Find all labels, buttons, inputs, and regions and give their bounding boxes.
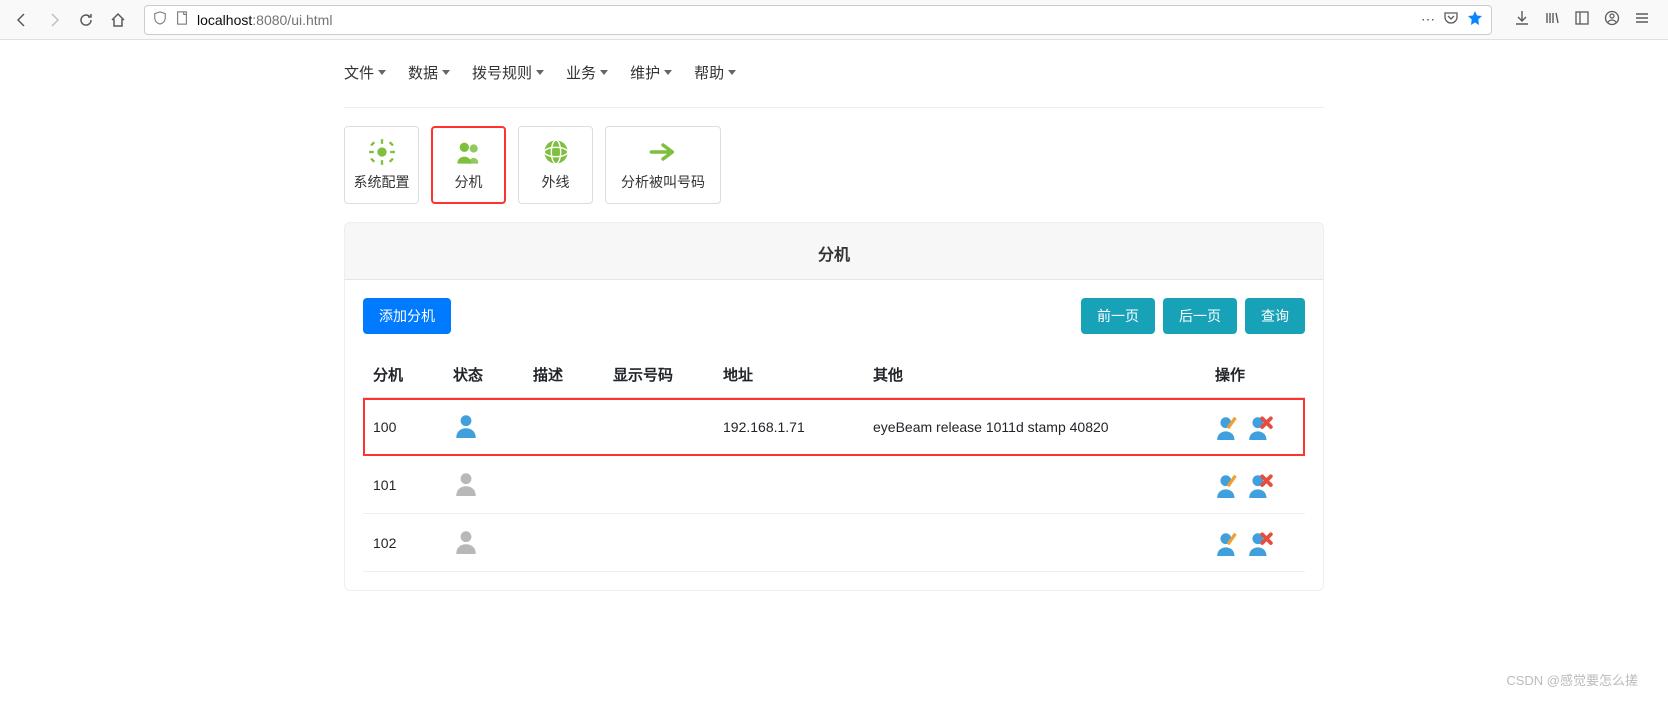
panel-title: 分机 <box>345 223 1323 280</box>
cell-ext: 102 <box>363 514 443 572</box>
more-icon[interactable]: ⋯ <box>1421 11 1435 28</box>
cell-status <box>443 398 523 456</box>
table-row: 100 192.168.1.71eyeBeam release 1011d sta… <box>363 398 1305 456</box>
panel-actions: 添加分机 前一页 后一页 查询 <box>363 298 1305 334</box>
add-extension-button[interactable]: 添加分机 <box>363 298 451 334</box>
cell-desc <box>523 456 603 514</box>
cell-desc <box>523 398 603 456</box>
menu-maintain[interactable]: 维护 <box>630 62 672 83</box>
cell-action <box>1205 398 1305 456</box>
globe-icon <box>542 138 570 166</box>
cell-display <box>603 456 713 514</box>
app-menu-bar: 文件 数据 拨号规则 业务 维护 帮助 <box>344 40 1324 108</box>
cell-display <box>603 514 713 572</box>
tool-extension[interactable]: 分机 <box>431 126 506 204</box>
cell-action <box>1205 456 1305 514</box>
table-header-row: 分机 状态 描述 显示号码 地址 其他 操作 <box>363 352 1305 398</box>
chevron-down-icon <box>664 70 672 75</box>
home-button[interactable] <box>104 6 132 34</box>
arrow-right-icon <box>649 138 677 166</box>
account-icon[interactable] <box>1604 10 1620 29</box>
forward-button[interactable] <box>40 6 68 34</box>
user-status-icon <box>453 470 479 496</box>
tool-system-config[interactable]: 系统配置 <box>344 126 419 204</box>
reload-button[interactable] <box>72 6 100 34</box>
extension-panel: 分机 添加分机 前一页 后一页 查询 分机 状态 描述 显示号码 地址 其他 <box>344 222 1324 591</box>
users-icon <box>455 138 483 166</box>
toolbar: 系统配置 分机 外线 分析被叫号码 <box>344 108 1324 222</box>
download-icon[interactable] <box>1514 10 1530 29</box>
col-other: 其他 <box>863 352 1205 398</box>
pocket-icon[interactable] <box>1443 10 1459 29</box>
cell-other: eyeBeam release 1011d stamp 40820 <box>863 398 1205 456</box>
col-desc: 描述 <box>523 352 603 398</box>
col-status: 状态 <box>443 352 523 398</box>
tool-label: 分机 <box>455 172 483 192</box>
page-icon <box>175 11 189 28</box>
gear-icon <box>368 138 396 166</box>
tool-label: 系统配置 <box>354 172 410 192</box>
back-button[interactable] <box>8 6 36 34</box>
cell-addr <box>713 514 863 572</box>
tool-analyze-called[interactable]: 分析被叫号码 <box>605 126 721 204</box>
cell-addr <box>713 456 863 514</box>
cell-other <box>863 456 1205 514</box>
edit-icon[interactable] <box>1215 530 1241 556</box>
table-row: 101 <box>363 456 1305 514</box>
menu-file[interactable]: 文件 <box>344 62 386 83</box>
url-text: localhost:8080/ui.html <box>197 12 332 28</box>
table-row: 102 <box>363 514 1305 572</box>
delete-icon[interactable] <box>1247 472 1273 498</box>
col-ext: 分机 <box>363 352 443 398</box>
chevron-down-icon <box>442 70 450 75</box>
user-status-icon <box>453 528 479 554</box>
menu-icon[interactable] <box>1634 10 1650 29</box>
tool-trunk[interactable]: 外线 <box>518 126 593 204</box>
url-bar[interactable]: localhost:8080/ui.html ⋯ <box>144 5 1492 35</box>
cell-ext: 100 <box>363 398 443 456</box>
delete-icon[interactable] <box>1247 414 1273 440</box>
next-page-button[interactable]: 后一页 <box>1163 298 1237 334</box>
menu-help[interactable]: 帮助 <box>694 62 736 83</box>
col-display: 显示号码 <box>603 352 713 398</box>
chevron-down-icon <box>536 70 544 75</box>
extension-table: 分机 状态 描述 显示号码 地址 其他 操作 100 192.168.1.71ey… <box>363 352 1305 572</box>
prev-page-button[interactable]: 前一页 <box>1081 298 1155 334</box>
bookmark-star-icon[interactable] <box>1467 10 1483 29</box>
delete-icon[interactable] <box>1247 530 1273 556</box>
browser-right-icons <box>1504 10 1660 29</box>
menu-business[interactable]: 业务 <box>566 62 608 83</box>
tool-label: 外线 <box>542 172 570 192</box>
chevron-down-icon <box>600 70 608 75</box>
cell-display <box>603 398 713 456</box>
chevron-down-icon <box>728 70 736 75</box>
query-button[interactable]: 查询 <box>1245 298 1305 334</box>
browser-toolbar: localhost:8080/ui.html ⋯ <box>0 0 1668 40</box>
cell-status <box>443 514 523 572</box>
cell-ext: 101 <box>363 456 443 514</box>
col-action: 操作 <box>1205 352 1305 398</box>
cell-addr: 192.168.1.71 <box>713 398 863 456</box>
sidebar-icon[interactable] <box>1574 10 1590 29</box>
cell-status <box>443 456 523 514</box>
menu-data[interactable]: 数据 <box>408 62 450 83</box>
cell-other <box>863 514 1205 572</box>
menu-dial-rules[interactable]: 拨号规则 <box>472 62 544 83</box>
user-status-icon <box>453 412 479 438</box>
edit-icon[interactable] <box>1215 414 1241 440</box>
chevron-down-icon <box>378 70 386 75</box>
cell-action <box>1205 514 1305 572</box>
library-icon[interactable] <box>1544 10 1560 29</box>
edit-icon[interactable] <box>1215 472 1241 498</box>
shield-icon <box>153 11 167 28</box>
watermark: CSDN @感觉要怎么搓 <box>1506 670 1638 689</box>
col-addr: 地址 <box>713 352 863 398</box>
tool-label: 分析被叫号码 <box>621 172 705 192</box>
cell-desc <box>523 514 603 572</box>
